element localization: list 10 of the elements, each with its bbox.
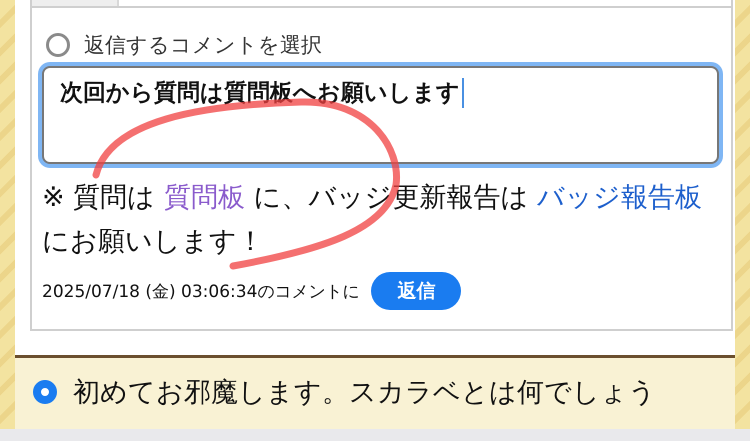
radio-label: 返信するコメントを選択: [84, 32, 322, 59]
text-cursor: [462, 78, 464, 108]
radio-button[interactable]: [46, 33, 70, 57]
reply-button[interactable]: 返信: [371, 272, 462, 310]
reply-target-text: 2025/07/18 (金) 03:06:34のコメントに: [42, 280, 360, 302]
radio-button[interactable]: [33, 380, 57, 404]
board-link[interactable]: バッジ報告板: [536, 182, 702, 213]
notice-text: ※ 質問は 質問板 に、バッジ更新報告は バッジ報告板 にお願いします！: [42, 181, 703, 259]
comment-text: 初めてお邪魔します。スカラベとは何でしょう: [73, 376, 656, 410]
board-link[interactable]: 質問板: [164, 182, 245, 213]
